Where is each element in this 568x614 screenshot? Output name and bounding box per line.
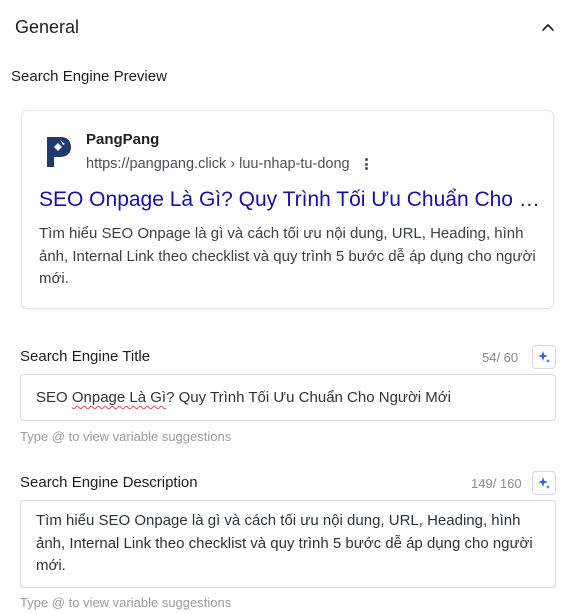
section-title: General: [15, 16, 80, 37]
title-value-suffix: ? Quy Trình Tối Ưu Chuẩn Cho Người Mới: [166, 389, 451, 406]
description-field-label: Search Engine Description: [20, 474, 198, 491]
description-input[interactable]: Tìm hiểu SEO Onpage là gì và cách tối ưu…: [20, 500, 556, 588]
sparkle-icon: [538, 477, 550, 489]
kebab-menu-icon[interactable]: [362, 156, 372, 172]
title-char-counter: 54/ 60: [482, 350, 519, 365]
title-input[interactable]: SEO Onpage Là Gì? Quy Trình Tối Ưu Chuẩn…: [20, 374, 556, 421]
title-value-misspelled: Onpage Là Gì: [71, 389, 167, 406]
chevron-up-icon[interactable]: [536, 15, 560, 39]
preview-description: Tìm hiểu SEO Onpage là gì và cách tối ưu…: [39, 225, 536, 287]
title-value-prefix: SEO: [36, 389, 72, 406]
preview-label: Search Engine Preview: [11, 68, 167, 85]
site-name: PangPang: [86, 131, 160, 148]
description-hint: Type @ to view variable suggestions: [20, 595, 232, 610]
search-preview-card: PangPang https://pangpang.click › luu-nh…: [21, 110, 554, 309]
preview-title[interactable]: SEO Onpage Là Gì? Quy Trình Tối Ưu Chuẩn…: [39, 186, 544, 214]
pangpang-logo: [47, 137, 71, 167]
site-url: https://pangpang.click › luu-nhap-tu-don…: [86, 156, 350, 172]
title-hint: Type @ to view variable suggestions: [20, 429, 232, 444]
sparkle-icon: [538, 351, 550, 363]
site-info: PangPang https://pangpang.click › luu-nh…: [44, 131, 372, 173]
title-ai-button[interactable]: [532, 345, 556, 369]
description-char-counter: 149/ 160: [471, 476, 522, 491]
title-field-label: Search Engine Title: [20, 348, 151, 365]
description-ai-button[interactable]: [532, 471, 556, 495]
general-section-header[interactable]: General: [15, 14, 560, 40]
